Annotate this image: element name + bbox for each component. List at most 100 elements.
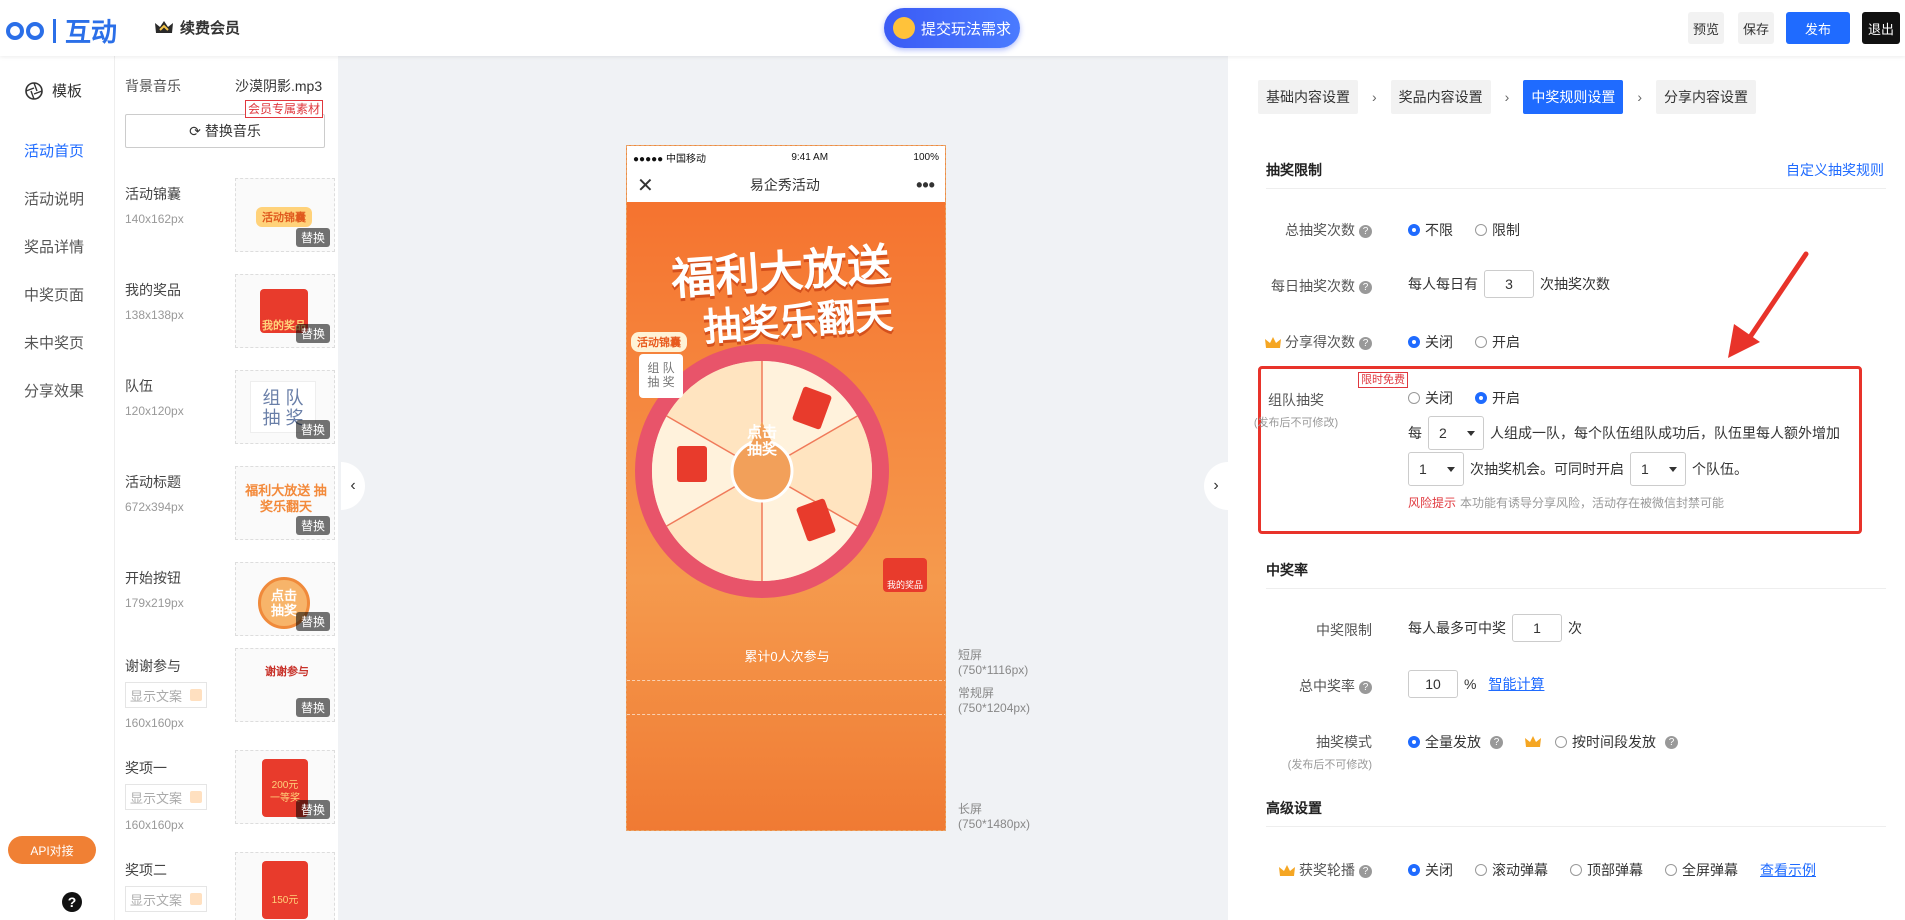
radio-top-barrage[interactable]: 顶部弹幕 bbox=[1570, 860, 1643, 880]
custom-rule-link[interactable]: 自定义抽奖规则 bbox=[1786, 160, 1884, 180]
participation-count: 累计0人次参与 bbox=[744, 649, 830, 664]
asset-item: 活动锦囊 140x162px 活动锦囊 替换 bbox=[125, 178, 335, 252]
help-icon[interactable]: ? bbox=[62, 892, 82, 912]
asset-item: 队伍 120x120px 组 队 抽 奖 替换 bbox=[125, 370, 335, 444]
team-lottery-button[interactable]: 组 队 抽 奖 bbox=[639, 354, 683, 398]
team-size-select[interactable]: 2 bbox=[1428, 416, 1484, 450]
close-icon[interactable]: ✕ bbox=[637, 173, 654, 198]
my-prize-icon[interactable]: 我的奖品 bbox=[883, 558, 927, 592]
team-end-text: 个队伍。 bbox=[1692, 461, 1748, 477]
free-badge: 限时免费 bbox=[1358, 372, 1408, 388]
radio-limited[interactable]: 限制 bbox=[1475, 220, 1520, 240]
radio-full-release[interactable]: 全量发放? bbox=[1408, 732, 1503, 752]
label-text: 总中奖率 bbox=[1299, 678, 1355, 694]
normal-screen-label: 常规屏 (750*1204px) bbox=[958, 686, 1030, 716]
radio-scroll-barrage[interactable]: 滚动弹幕 bbox=[1475, 860, 1548, 880]
daily-draws-input[interactable]: 3 bbox=[1484, 270, 1534, 298]
nav-item-win-page[interactable]: 中奖页面 bbox=[24, 284, 84, 305]
team-count-select[interactable]: 1 bbox=[1630, 452, 1686, 486]
replace-badge[interactable]: 替换 bbox=[295, 800, 330, 819]
step-share[interactable]: 分享内容设置 bbox=[1656, 80, 1757, 114]
lightbulb-icon bbox=[892, 17, 915, 39]
help-circle-icon[interactable]: ? bbox=[1490, 735, 1503, 749]
activity-tips-tag[interactable]: 活动锦囊 bbox=[631, 332, 687, 352]
asset-thumb[interactable]: 我的奖品 替换 bbox=[235, 274, 335, 348]
help-circle-icon[interactable]: ? bbox=[1665, 735, 1678, 749]
asset-thumb[interactable]: 活动锦囊 替换 bbox=[235, 178, 335, 252]
show-text-input[interactable]: 显示文案 bbox=[125, 886, 207, 912]
asset-thumb[interactable]: 200元 一等奖 替换 bbox=[235, 750, 335, 824]
smart-calc-link[interactable]: 智能计算 bbox=[1488, 674, 1544, 694]
nav-item-description[interactable]: 活动说明 bbox=[24, 188, 84, 209]
color-swatch[interactable] bbox=[190, 689, 202, 701]
help-circle-icon[interactable]: ? bbox=[1359, 864, 1372, 878]
replace-music-button[interactable]: ⟳ 替换音乐 bbox=[125, 114, 325, 148]
step-basic[interactable]: 基础内容设置 bbox=[1258, 80, 1358, 114]
help-circle-icon[interactable]: ? bbox=[1359, 336, 1372, 350]
preview-button[interactable]: 预览 bbox=[1688, 12, 1724, 44]
exit-button[interactable]: 退出 bbox=[1862, 12, 1900, 44]
thumb-text: 福利大放送 抽奖乐翻天 bbox=[245, 483, 327, 514]
win-rate-input[interactable]: 10 bbox=[1408, 670, 1458, 698]
percent-unit: % bbox=[1464, 676, 1477, 692]
radio-share-on[interactable]: 开启 bbox=[1475, 332, 1520, 352]
radio-broadcast-off[interactable]: 关闭 bbox=[1408, 860, 1453, 880]
lottery-poster[interactable]: 福利大放送 抽奖乐翻天 点击 抽奖 活动锦囊 组 队 抽 奖 我的奖品 累计0人… bbox=[627, 202, 945, 830]
team-chances-row: 1 次抽奖机会。可同时开启 1 个队伍。 bbox=[1408, 452, 1748, 486]
color-swatch[interactable] bbox=[190, 791, 202, 803]
asset-thumb[interactable]: 点击 抽奖 替换 bbox=[235, 562, 335, 636]
help-circle-icon[interactable]: ? bbox=[1359, 680, 1372, 694]
template-button[interactable]: 模板 bbox=[24, 80, 82, 101]
asset-thumb[interactable]: 150元 bbox=[235, 852, 335, 920]
help-circle-icon[interactable]: ? bbox=[1359, 224, 1372, 238]
replace-badge[interactable]: 替换 bbox=[295, 612, 330, 631]
publish-button[interactable]: 发布 bbox=[1786, 12, 1850, 44]
brand-logo[interactable]: 互动 bbox=[6, 12, 117, 49]
asset-thumb[interactable]: 福利大放送 抽奖乐翻天 替换 bbox=[235, 466, 335, 540]
radio-fullscreen-barrage[interactable]: 全屏弹幕 bbox=[1665, 860, 1738, 880]
step-prize[interactable]: 奖品内容设置 bbox=[1390, 80, 1491, 114]
asset-thumb[interactable]: 谢谢参与 替换 bbox=[235, 648, 335, 722]
save-button[interactable]: 保存 bbox=[1738, 12, 1774, 44]
chevron-right-icon: › bbox=[1637, 89, 1643, 105]
extra-chances-select[interactable]: 1 bbox=[1408, 452, 1464, 486]
replace-badge[interactable]: 替换 bbox=[295, 228, 330, 247]
vip-renew[interactable]: 续费会员 bbox=[154, 17, 240, 38]
logo-divider bbox=[53, 18, 56, 43]
replace-badge[interactable]: 替换 bbox=[295, 698, 330, 717]
radio-time-release[interactable]: 按时间段发放? bbox=[1555, 732, 1678, 752]
radio-team-off[interactable]: 关闭 bbox=[1408, 388, 1453, 408]
team-lottery-label: 组队抽奖 (发布后不可修改) bbox=[1236, 390, 1356, 430]
broadcast-label: 获奖轮播? bbox=[1252, 860, 1372, 880]
radio-team-on[interactable]: 开启 bbox=[1475, 388, 1520, 408]
radio-share-off[interactable]: 关闭 bbox=[1408, 332, 1453, 352]
asset-item: 谢谢参与 显示文案 160x160px 谢谢参与 替换 bbox=[125, 648, 335, 730]
carrier: ●●●●● 中国移动 bbox=[633, 153, 706, 165]
total-draws-radio: 不限 限制 bbox=[1408, 220, 1520, 240]
vip-material-tag: 会员专属素材 bbox=[245, 100, 324, 118]
replace-badge[interactable]: 替换 bbox=[295, 516, 330, 535]
start-button-label[interactable]: 点击 抽奖 bbox=[731, 424, 793, 458]
more-icon[interactable]: ••• bbox=[916, 175, 935, 196]
nav-item-share[interactable]: 分享效果 bbox=[24, 380, 84, 401]
win-limit-input[interactable]: 1 bbox=[1512, 614, 1562, 642]
radio-unlimited[interactable]: 不限 bbox=[1408, 220, 1453, 240]
api-button[interactable]: API对接 bbox=[8, 836, 96, 864]
replace-badge[interactable]: 替换 bbox=[295, 324, 330, 343]
guide-size: (750*1204px) bbox=[958, 701, 1031, 715]
show-text-input[interactable]: 显示文案 bbox=[125, 784, 207, 810]
asset-thumb[interactable]: 组 队 抽 奖 替换 bbox=[235, 370, 335, 444]
nav-item-prize-detail[interactable]: 奖品详情 bbox=[24, 236, 84, 257]
color-swatch[interactable] bbox=[190, 893, 202, 905]
nav-item-home[interactable]: 活动首页 bbox=[24, 140, 84, 161]
view-example-link[interactable]: 查看示例 bbox=[1760, 860, 1816, 880]
replace-badge[interactable]: 替换 bbox=[295, 420, 330, 439]
step-rules[interactable]: 中奖规则设置 bbox=[1523, 80, 1624, 114]
win-limit-prefix: 每人最多可中奖 bbox=[1408, 620, 1506, 636]
brand-name: 互动 bbox=[65, 17, 118, 47]
show-text-input[interactable]: 显示文案 bbox=[125, 682, 207, 708]
nav-item-lose-page[interactable]: 未中奖页 bbox=[24, 332, 84, 353]
submit-request-button[interactable]: 提交玩法需求 bbox=[884, 8, 1020, 48]
help-circle-icon[interactable]: ? bbox=[1359, 280, 1372, 294]
phone-preview: ●●●●● 中国移动 9:41 AM 100% ✕ 易企秀活动 ••• 福利大放… bbox=[626, 145, 946, 831]
